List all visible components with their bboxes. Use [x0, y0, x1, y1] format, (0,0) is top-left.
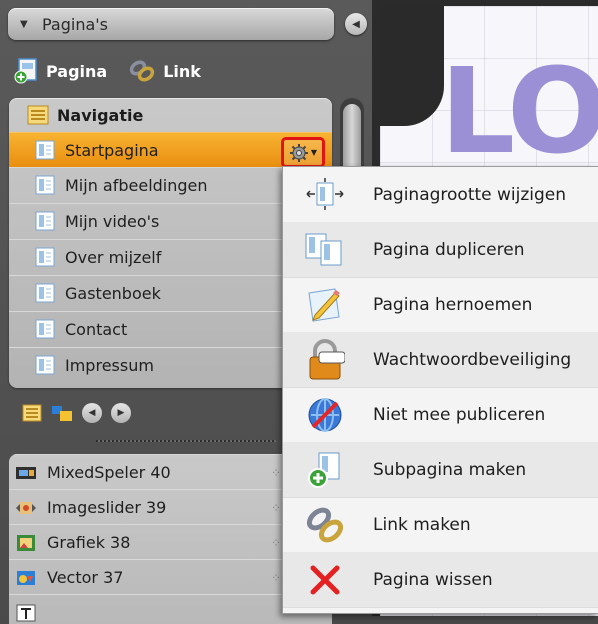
menu-item-resize-page[interactable]: Paginagrootte wijzigen	[283, 167, 598, 223]
navigation-header: Navigatie	[9, 98, 332, 132]
gear-icon	[289, 143, 308, 162]
film-icon	[16, 466, 36, 479]
nav-item-label: Over mijzelf	[65, 247, 162, 267]
no-publish-globe-icon	[295, 395, 355, 435]
page-icon	[35, 140, 55, 160]
chain-link-icon	[295, 505, 355, 545]
folder-tree-icon[interactable]	[51, 403, 73, 423]
page-icon	[35, 211, 55, 231]
menu-item-label: Subpagina maken	[373, 459, 527, 480]
arrow-left-icon: ◀	[352, 18, 360, 30]
object-label: Vector 37	[47, 568, 124, 587]
list-view-icon[interactable]	[22, 404, 42, 422]
chevron-down-icon: ▼	[310, 148, 318, 157]
canvas-frame-corner	[380, 6, 444, 126]
add-link-label: Link	[163, 61, 201, 81]
resize-page-icon	[295, 177, 355, 213]
nav-item-label: Contact	[65, 319, 128, 339]
duplicate-page-icon	[295, 232, 355, 268]
menu-item-label: Pagina hernoemen	[373, 294, 533, 315]
menu-item-label: Wachtwoordbeveiliging	[373, 349, 572, 370]
drag-handle-icon[interactable]: ⁘	[271, 571, 281, 585]
menu-item-rename-page[interactable]: Pagina hernoemen	[283, 277, 598, 333]
object-label: MixedSpeler 40	[47, 463, 171, 482]
picture-icon	[17, 534, 35, 551]
add-subpage-icon	[295, 450, 355, 490]
pages-section-header[interactable]: ▼ Pagina's	[8, 8, 334, 40]
panel-splitter[interactable]	[96, 440, 276, 442]
object-label: Grafiek 38	[47, 533, 131, 552]
menu-item-duplicate-page[interactable]: Pagina dupliceren	[283, 222, 598, 278]
object-label: Imageslider 39	[47, 498, 167, 517]
add-toolbar: Pagina Link	[14, 56, 223, 86]
page-options-button[interactable]: ▼	[281, 137, 325, 168]
menu-item-create-subpage[interactable]: Subpagina maken	[283, 442, 598, 498]
menu-item-label: Link maken	[373, 514, 471, 535]
menu-item-create-link[interactable]: Link maken	[283, 497, 598, 553]
nav-item-label: Startpagina	[65, 140, 159, 160]
menu-item-label: Paginagrootte wijzigen	[373, 184, 567, 205]
page-icon	[35, 355, 55, 375]
menu-item-label: Pagina dupliceren	[373, 239, 525, 260]
page-icon	[35, 319, 55, 339]
arrow-right-icon: ▶	[117, 408, 125, 418]
navigation-title: Navigatie	[57, 105, 144, 125]
vector-icon	[17, 570, 35, 585]
section-title: Pagina's	[42, 14, 109, 34]
add-page-button[interactable]: Pagina	[14, 58, 107, 84]
add-page-label: Pagina	[46, 61, 108, 81]
nav-item-label: Gastenboek	[65, 283, 161, 303]
menu-item-do-not-publish[interactable]: Niet mee publiceren	[283, 387, 598, 443]
arrow-left-icon: ◀	[88, 408, 96, 418]
rename-page-icon	[295, 285, 355, 325]
menu-item-password-protection[interactable]: Wachtwoordbeveiliging	[283, 332, 598, 388]
nav-item-label: Impressum	[65, 355, 154, 375]
menu-item-delete-page[interactable]: Pagina wissen	[283, 552, 598, 608]
drag-handle-icon[interactable]: ⁘	[271, 536, 281, 550]
navigation-toolbar: ◀ ▶	[22, 400, 140, 426]
menu-item-label: Pagina wissen	[373, 569, 493, 590]
nav-item-label: Mijn afbeeldingen	[65, 175, 208, 195]
navigation-icon	[27, 105, 49, 125]
text-icon	[16, 604, 36, 621]
move-left-button[interactable]: ◀	[82, 403, 102, 423]
nav-item-label: Mijn video's	[65, 211, 160, 231]
add-link-button[interactable]: Link	[129, 59, 201, 83]
caret-down-icon: ▼	[20, 18, 28, 30]
drag-handle-icon[interactable]: ⁘	[271, 466, 281, 480]
drag-handle-icon[interactable]: ⁘	[271, 501, 281, 515]
padlock-icon	[295, 338, 355, 381]
collapse-panel-button[interactable]: ◀	[345, 13, 367, 35]
image-slider-icon	[16, 501, 36, 514]
move-right-button[interactable]: ▶	[111, 403, 131, 423]
page-icon	[35, 247, 55, 267]
page-options-menu: Paginagrootte wijzigen Pagina dupliceren…	[282, 166, 598, 614]
page-icon	[35, 175, 55, 195]
add-page-icon	[14, 58, 37, 84]
logo-text: LO	[440, 42, 598, 180]
menu-item-label: Niet mee publiceren	[373, 404, 546, 425]
chain-link-icon	[130, 60, 155, 82]
page-icon	[35, 283, 55, 303]
delete-x-icon	[295, 563, 355, 597]
